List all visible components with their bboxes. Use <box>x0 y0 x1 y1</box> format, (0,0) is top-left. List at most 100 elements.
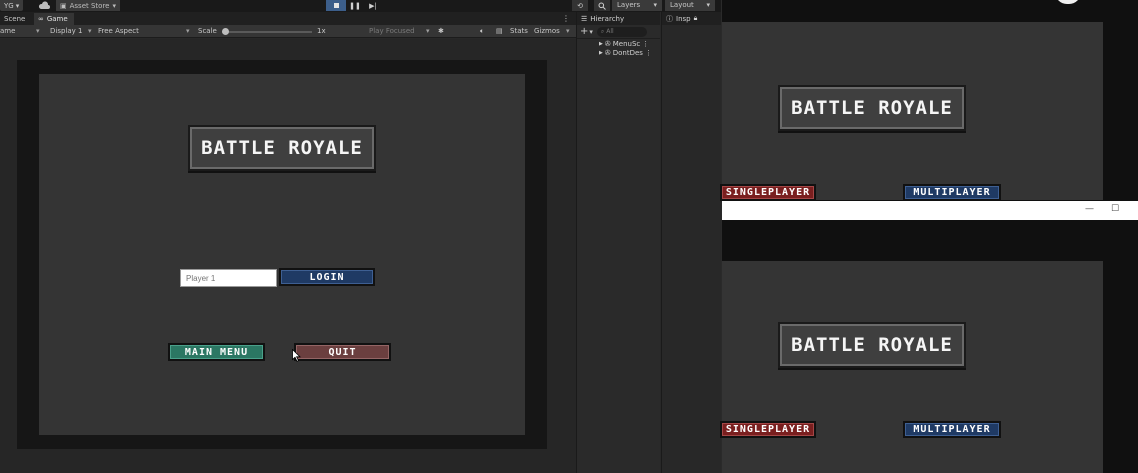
game-view: BATTLE ROYALE LOGIN MAIN MENU QUIT <box>0 39 576 473</box>
search-icon: ⌕ <box>600 27 605 35</box>
chevron-down-icon: ▾ <box>426 27 430 35</box>
inspector-title: Insp <box>676 14 691 23</box>
layers-dropdown[interactable]: Layers ▾ <box>612 0 662 11</box>
asset-store-button[interactable]: ▣ Asset Store ▾ <box>56 0 121 11</box>
step-icon: ▶| <box>369 1 377 10</box>
search-icon <box>598 2 606 10</box>
layers-label: Layers <box>617 1 641 9</box>
play-focused-dropdown[interactable]: Play Focused <box>369 27 415 35</box>
build-bottom-singleplayer-button[interactable]: SINGLEPLAYER <box>720 421 816 438</box>
info-icon: ⓘ <box>666 14 673 23</box>
display-dropdown[interactable]: Display 1 <box>50 27 82 35</box>
build-bottom-canvas: BATTLE ROYALE SINGLEPLAYER MULTIPLAYER <box>720 261 1103 473</box>
pause-button[interactable]: ❚❚ <box>348 0 362 11</box>
main-menu-button[interactable]: MAIN MENU <box>168 343 265 361</box>
view-tabs: Scene ∞ Game ⋮ <box>0 12 576 25</box>
more-options-icon[interactable]: ⋮ <box>642 40 649 48</box>
unity-scene-icon: ✇ <box>604 39 611 48</box>
mode-dropdown[interactable]: ame <box>0 27 15 35</box>
hierarchy-item-label: MenuSc <box>612 39 641 48</box>
game-tab-label: Game <box>46 15 68 23</box>
player-name-input[interactable] <box>180 269 277 287</box>
build-windows-area: BATTLE ROYALE SINGLEPLAYER MULTIPLAYER —… <box>720 0 1138 473</box>
chevron-down-icon: ▾ <box>186 27 190 35</box>
build-top-title-banner: BATTLE ROYALE <box>778 85 966 131</box>
add-icon[interactable]: + <box>580 26 588 37</box>
account-dropdown[interactable]: YG ▾ <box>0 0 24 11</box>
inspector-tab[interactable]: ⓘ Insp 🔒︎ <box>662 12 721 25</box>
build-top-multiplayer-button[interactable]: MULTIPLAYER <box>903 184 1001 201</box>
record-indicator-icon <box>1055 0 1081 4</box>
chevron-down-icon: ▾ <box>15 1 20 10</box>
expand-arrow-icon: ▶ <box>599 49 603 56</box>
search-button[interactable] <box>594 0 610 11</box>
scale-slider-handle[interactable] <box>222 28 229 35</box>
mouse-cursor-icon <box>292 349 301 362</box>
hierarchy-tab[interactable]: ☰ Hierarchy <box>577 12 660 25</box>
asset-store-label: Asset Store <box>69 1 110 10</box>
game-canvas: BATTLE ROYALE LOGIN MAIN MENU QUIT <box>39 74 525 435</box>
unity-editor: YG ▾ ▣ Asset Store ▾ ❚❚ ▶| ⟲ Layers ▾ La… <box>0 0 721 473</box>
undo-history-button[interactable]: ⟲ <box>572 0 588 11</box>
audio-icon[interactable]: 🔈︎ <box>480 27 484 36</box>
cloud-icon[interactable] <box>38 1 50 10</box>
unity-scene-icon: ✇ <box>604 48 611 57</box>
chevron-down-icon: ▾ <box>88 27 92 35</box>
hierarchy-search-placeholder: All <box>606 28 614 35</box>
scale-value: 1x <box>317 27 326 35</box>
frame-icon[interactable]: ▤ <box>496 27 503 35</box>
chevron-down-icon: ▾ <box>706 1 710 9</box>
game-title-banner: BATTLE ROYALE <box>188 125 376 171</box>
window-titlebar[interactable]: — ☐ <box>722 201 1138 220</box>
minimize-icon[interactable]: — <box>1085 204 1094 214</box>
chevron-down-icon: ▾ <box>36 27 40 35</box>
hierarchy-panel: ☰ Hierarchy + ▾ ⌕ All ▶ ✇ MenuSc ⋮ ▶ ✇ D… <box>576 12 660 473</box>
stats-button[interactable]: Stats <box>510 27 528 35</box>
expand-arrow-icon: ▶ <box>599 40 603 47</box>
build-top-canvas: BATTLE ROYALE SINGLEPLAYER MULTIPLAYER <box>720 22 1103 201</box>
gamepad-icon: ∞ <box>38 15 44 23</box>
bug-icon[interactable]: ✱ <box>438 27 444 35</box>
hierarchy-item[interactable]: ▶ ✇ DontDes ⋮ <box>577 48 660 57</box>
tab-game[interactable]: ∞ Game <box>34 13 74 25</box>
layout-label: Layout <box>670 1 694 9</box>
quit-button[interactable]: QUIT <box>294 343 391 361</box>
hierarchy-title: Hierarchy <box>590 14 625 23</box>
step-button[interactable]: ▶| <box>366 0 380 11</box>
list-icon: ☰ <box>581 14 588 23</box>
more-options-icon[interactable]: ⋮ <box>562 14 570 23</box>
chevron-down-icon: ▾ <box>653 1 657 9</box>
stop-icon <box>333 3 339 8</box>
scale-label: Scale <box>198 27 217 35</box>
layout-dropdown[interactable]: Layout ▾ <box>665 0 715 11</box>
hierarchy-item-label: DontDes <box>612 48 643 57</box>
build-bottom-title-banner: BATTLE ROYALE <box>778 322 966 368</box>
hierarchy-item[interactable]: ▶ ✇ MenuSc ⋮ <box>577 39 660 48</box>
chevron-down-icon: ▾ <box>589 27 593 36</box>
pause-icon: ❚❚ <box>349 1 361 10</box>
chevron-down-icon: ▾ <box>112 1 117 10</box>
scale-slider-track[interactable] <box>222 31 312 33</box>
gizmos-button[interactable]: Gizmos <box>534 27 560 35</box>
maximize-icon[interactable]: ☐ <box>1111 204 1119 214</box>
hierarchy-toolbar: + ▾ ⌕ All <box>577 25 660 39</box>
build-bottom-multiplayer-button[interactable]: MULTIPLAYER <box>903 421 1001 438</box>
history-icon: ⟲ <box>577 1 583 10</box>
tab-scene[interactable]: Scene <box>0 13 34 25</box>
store-icon: ▣ <box>60 1 67 10</box>
chevron-down-icon: ▾ <box>566 27 570 35</box>
aspect-dropdown[interactable]: Free Aspect <box>98 27 139 35</box>
inspector-panel: ⓘ Insp 🔒︎ <box>661 12 721 473</box>
game-view-toolbar: ame ▾ Display 1 ▾ Free Aspect ▾ Scale 1x… <box>0 25 576 38</box>
account-label: YG <box>4 1 14 10</box>
lock-icon[interactable]: 🔒︎ <box>694 14 698 23</box>
build-top-singleplayer-button[interactable]: SINGLEPLAYER <box>720 184 816 201</box>
build-window-bottom: BATTLE ROYALE SINGLEPLAYER MULTIPLAYER <box>720 220 1138 473</box>
stop-play-button[interactable] <box>326 0 346 11</box>
build-window-top: BATTLE ROYALE SINGLEPLAYER MULTIPLAYER <box>720 0 1138 201</box>
login-button[interactable]: LOGIN <box>279 268 375 286</box>
main-toolbar: YG ▾ ▣ Asset Store ▾ ❚❚ ▶| ⟲ Layers ▾ La… <box>0 0 721 12</box>
hierarchy-search[interactable]: ⌕ All <box>596 26 647 37</box>
more-options-icon[interactable]: ⋮ <box>645 49 652 57</box>
scene-tab-label: Scene <box>4 15 26 23</box>
